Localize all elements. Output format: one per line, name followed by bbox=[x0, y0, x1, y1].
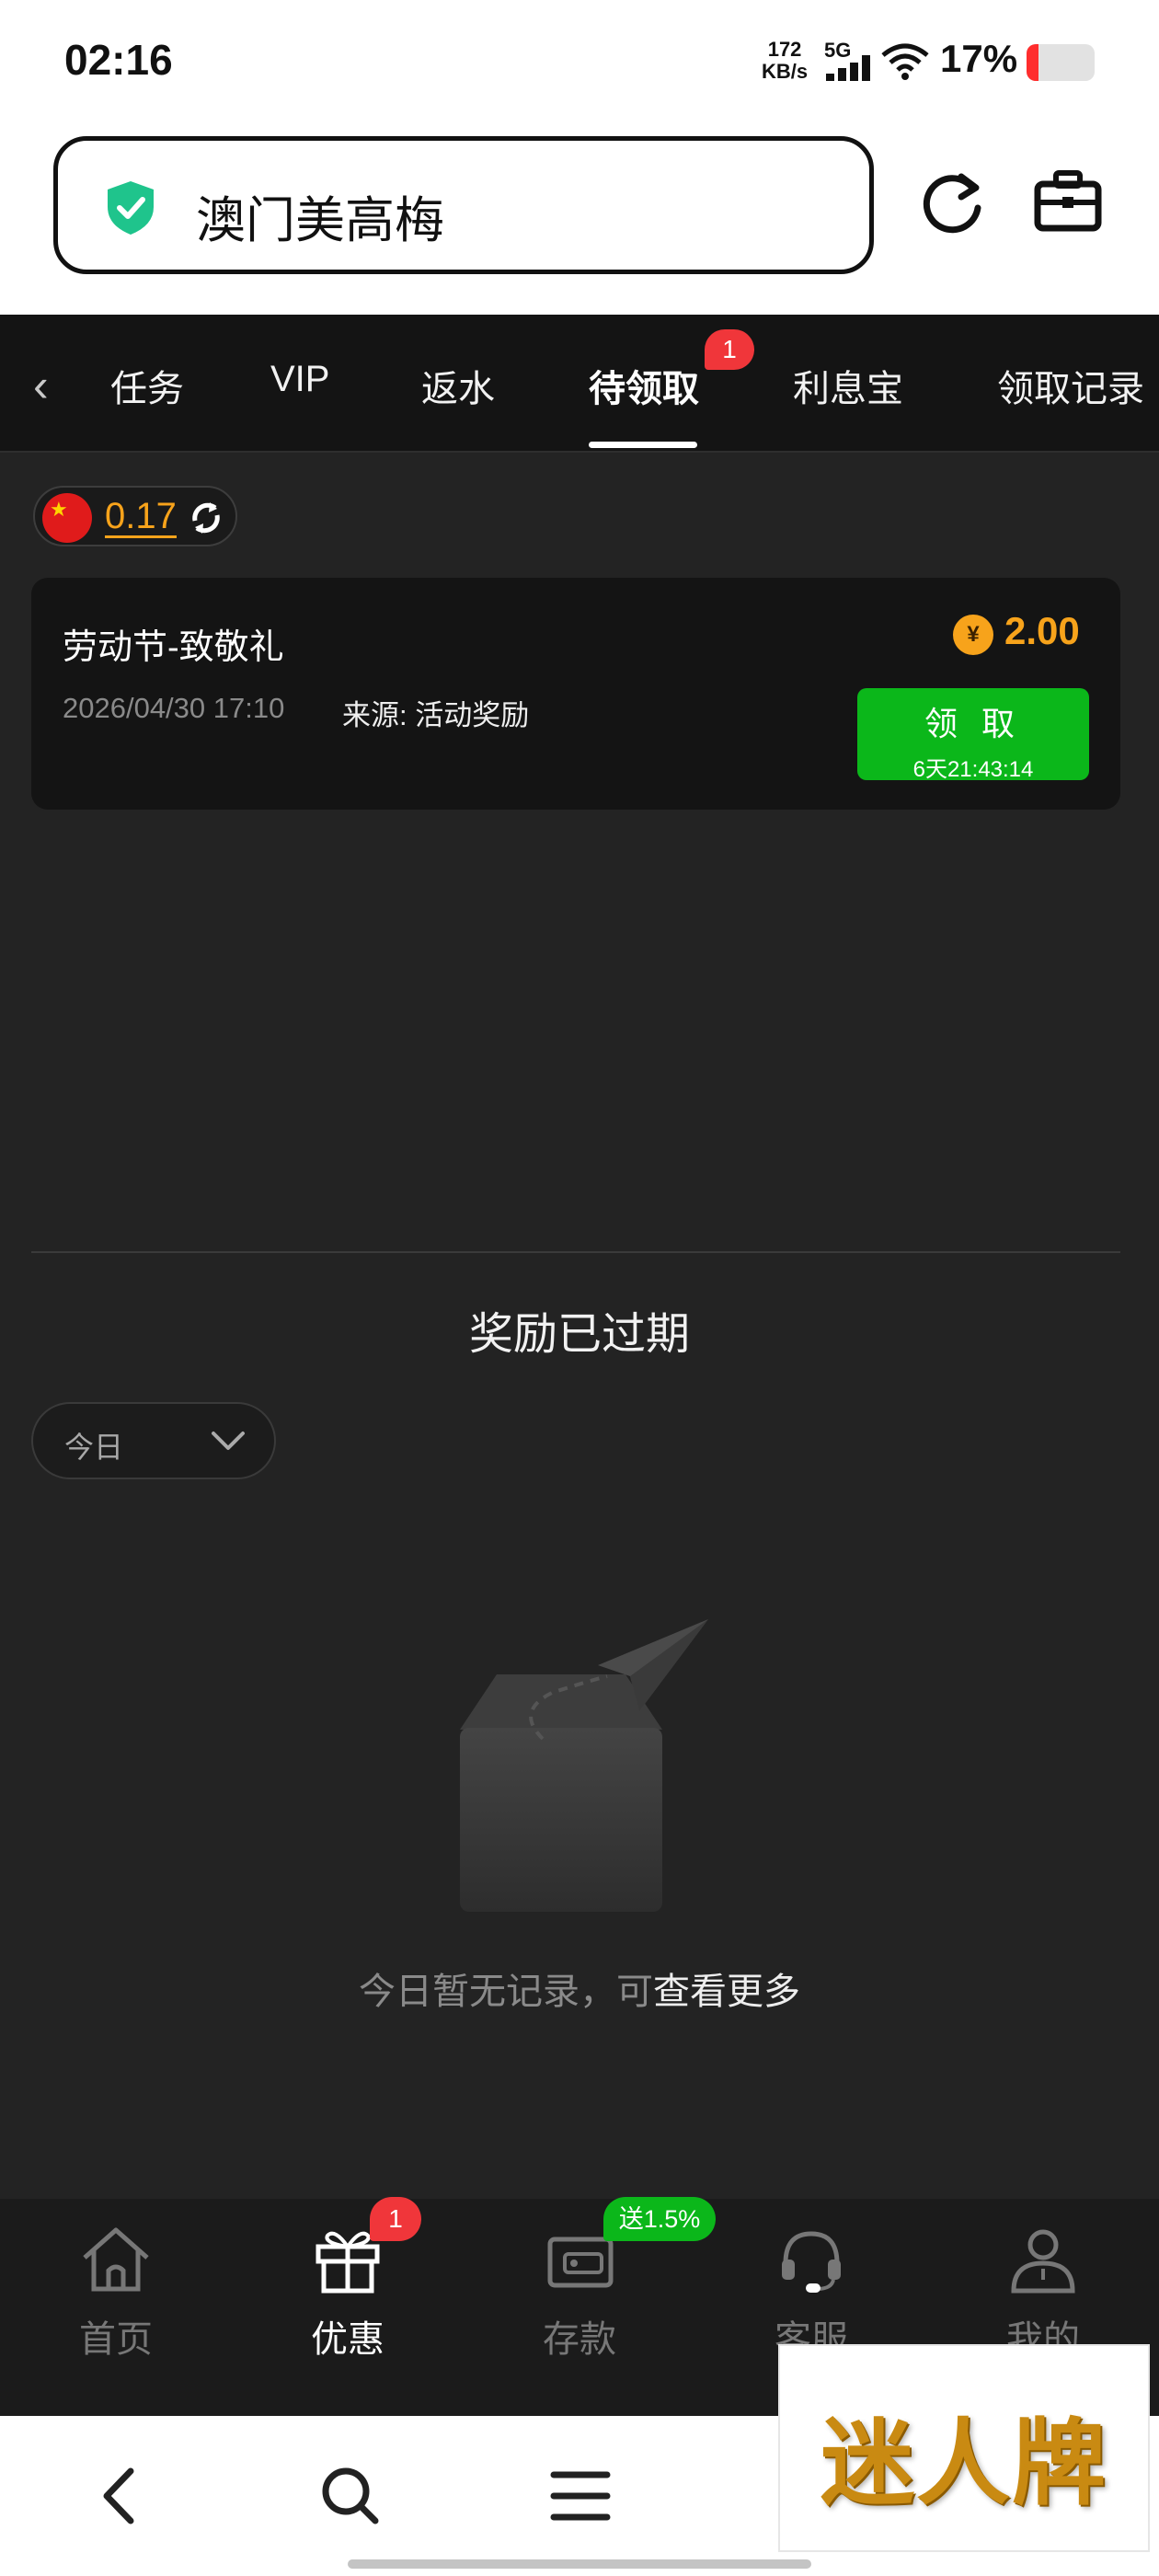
promotions-badge: 1 bbox=[370, 2197, 421, 2241]
browser-toolbar: 澳门美高梅 bbox=[0, 129, 1159, 315]
status-bar: 02:16 172 KB/s 5G 17% bbox=[0, 0, 1159, 129]
view-more-link[interactable]: 查看更多 bbox=[653, 1972, 800, 2012]
china-flag-icon: ★ bbox=[42, 493, 92, 543]
signal-icon bbox=[826, 55, 874, 81]
coin-icon: ¥ bbox=[953, 615, 993, 655]
url-bar[interactable]: 澳门美高梅 bbox=[53, 136, 874, 274]
tab-interest[interactable]: 利息宝 bbox=[793, 359, 903, 412]
battery-percent: 17% bbox=[940, 37, 1018, 80]
date-filter-value: 今日 bbox=[64, 1431, 124, 1464]
reward-card: 劳动节-致敬礼 2026/04/30 17:10 来源: 活动奖励 ¥ 2.00… bbox=[31, 578, 1120, 810]
tab-vip[interactable]: VIP bbox=[270, 359, 329, 400]
net-speed: 172 KB/s bbox=[762, 38, 809, 83]
category-tabs: ‹ 任务 VIP 返水 待领取 利息宝 领取记录 1 bbox=[0, 315, 1159, 453]
status-time: 02:16 bbox=[64, 36, 173, 84]
toolbox-icon[interactable] bbox=[1032, 166, 1106, 239]
tab-pending[interactable]: 待领取 bbox=[589, 359, 699, 412]
chevron-left-icon[interactable]: ‹ bbox=[33, 359, 49, 412]
date-filter-dropdown[interactable]: 今日 bbox=[31, 1402, 276, 1479]
tab-claim-history[interactable]: 领取记录 bbox=[997, 359, 1144, 412]
wifi-icon bbox=[881, 43, 929, 80]
reward-title: 劳动节-致敬礼 bbox=[63, 628, 284, 667]
tab-rebate[interactable]: 返水 bbox=[421, 359, 495, 412]
active-tab-indicator bbox=[589, 442, 697, 448]
claim-button[interactable]: 领 取 6天21:43:14 bbox=[857, 688, 1089, 782]
section-divider bbox=[31, 1251, 1120, 1253]
search-icon[interactable] bbox=[318, 2464, 383, 2528]
menu-icon[interactable] bbox=[548, 2464, 613, 2528]
tab-tasks[interactable]: 任务 bbox=[110, 359, 184, 412]
nav-promotions[interactable]: 优惠 bbox=[232, 2199, 464, 2416]
home-icon bbox=[83, 2227, 149, 2292]
reward-date: 2026/04/30 17:10 bbox=[63, 692, 285, 724]
reward-amount: 2.00 bbox=[1004, 609, 1080, 652]
headset-icon bbox=[782, 2231, 841, 2293]
deposit-bonus-badge: 送1.5% bbox=[603, 2197, 716, 2241]
url-text[interactable]: 澳门美高梅 bbox=[196, 179, 444, 252]
balance-value[interactable]: 0.17 bbox=[105, 497, 177, 538]
empty-state-text: 今日暂无记录，可查看更多 bbox=[359, 1972, 800, 2012]
battery-icon bbox=[1027, 44, 1095, 81]
watermark-text: 迷人牌 bbox=[820, 2409, 1107, 2519]
shield-check-icon bbox=[108, 181, 154, 235]
reward-source: 来源: 活动奖励 bbox=[342, 699, 530, 731]
refresh-icon[interactable] bbox=[188, 499, 224, 537]
empty-box-icon bbox=[460, 1619, 708, 1912]
chevron-down-icon bbox=[212, 1432, 245, 1450]
reload-icon[interactable] bbox=[915, 166, 989, 239]
claim-countdown: 6天21:43:14 bbox=[912, 757, 1034, 782]
claim-label: 领 取 bbox=[924, 705, 1022, 742]
user-icon bbox=[1011, 2229, 1075, 2294]
nav-home[interactable]: 首页 bbox=[0, 2199, 232, 2416]
watermark-logo: 迷人牌 bbox=[778, 2344, 1150, 2552]
home-indicator[interactable] bbox=[348, 2559, 811, 2569]
balance-chip: ★ 0.17 bbox=[33, 486, 237, 546]
back-icon[interactable] bbox=[94, 2464, 143, 2528]
tab-badge: 1 bbox=[705, 329, 754, 370]
expired-section-title: 奖励已过期 bbox=[468, 1310, 690, 1359]
